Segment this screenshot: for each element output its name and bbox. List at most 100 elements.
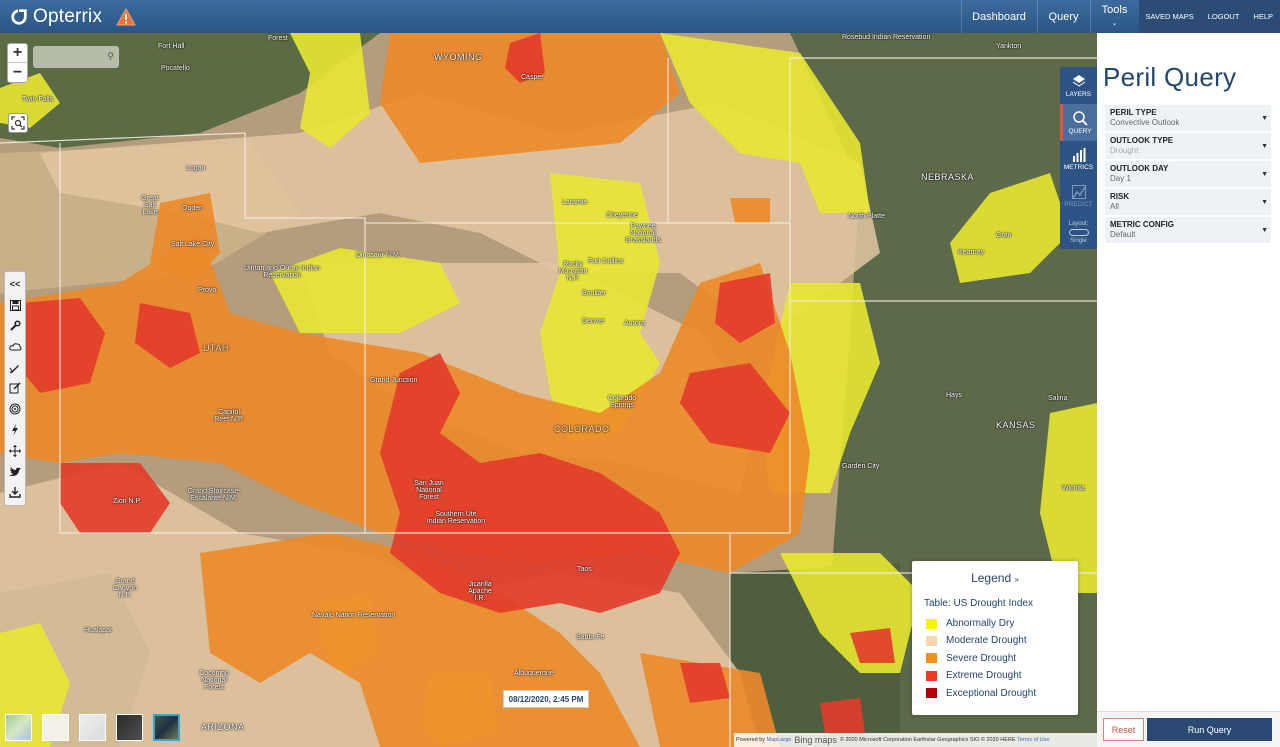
warning-icon[interactable] — [116, 7, 137, 26]
zoom-control: + − — [7, 43, 28, 83]
chevron-down-icon: ⌄ — [1111, 19, 1118, 27]
tab-predict[interactable]: PREDICT — [1060, 178, 1097, 215]
panel-footer: Reset Run Query — [1097, 711, 1280, 747]
tab-query[interactable]: QUERY — [1060, 104, 1097, 141]
field-value: Drought — [1110, 146, 1139, 155]
tab-metrics-label: METRICS — [1063, 164, 1094, 171]
layout-label: Layout: — [1068, 220, 1089, 227]
place-label: Southern Ute Indian Reservation — [426, 511, 486, 525]
risk-select[interactable]: RISK All ▼ — [1105, 189, 1271, 217]
place-label: Gran — [996, 232, 1012, 239]
outlook-type-select[interactable]: OUTLOOK TYPE Drought ▼ — [1105, 133, 1271, 161]
basemap-light-thumb[interactable] — [42, 714, 69, 741]
move-icon[interactable] — [5, 440, 25, 461]
query-panel: Peril Query PERIL TYPE Convective Outloo… — [1097, 33, 1280, 747]
basemap-road-thumb[interactable] — [79, 714, 106, 741]
nav-query[interactable]: Query — [1036, 0, 1090, 33]
place-label: Pawnee National Grasslands — [625, 223, 661, 244]
drought-extreme-se-patch — [820, 698, 865, 733]
bing-maps-logo: Bing maps — [794, 735, 837, 745]
zoom-in-button[interactable]: + — [8, 44, 27, 63]
basemap-dark-thumb[interactable] — [116, 714, 143, 741]
map-search-input[interactable]: ⚲ — [33, 46, 119, 68]
place-label: Aurora — [624, 320, 646, 327]
tab-layers[interactable]: LAYERS — [1060, 67, 1097, 104]
state-label-kansas: KANSAS — [996, 420, 1036, 430]
place-label: Dinosaur N.M. — [356, 252, 401, 259]
reset-button[interactable]: Reset — [1103, 718, 1144, 741]
save-icon[interactable] — [5, 295, 25, 316]
field-value: Day 1 — [1110, 174, 1131, 183]
layout-toggle[interactable] — [1068, 228, 1089, 236]
nav-logout[interactable]: LOGOUT — [1200, 0, 1247, 33]
place-label: Laramie — [562, 199, 588, 206]
run-query-button[interactable]: Run Query — [1147, 718, 1272, 741]
download-icon[interactable] — [5, 482, 25, 503]
copyright-text: © 2020 Microsoft Corporation Earthstar G… — [839, 737, 1016, 743]
legend-item: Abnormally Dry — [926, 617, 1078, 630]
map-toolbar: << — [4, 271, 26, 506]
legend-item: Moderate Drought — [926, 634, 1078, 647]
metric-config-select[interactable]: METRIC CONFIG Default ▼ — [1105, 217, 1271, 245]
zoom-to-extent-button[interactable] — [8, 113, 28, 133]
place-label: Colorado Springs — [607, 395, 637, 409]
nav-help[interactable]: HELP — [1246, 0, 1280, 33]
side-tab-rail: LAYERS QUERY METRICS PREDICT Layout: Sin… — [1060, 67, 1097, 249]
place-label: Salt Lake City — [171, 241, 215, 248]
legend-header[interactable]: Legend » — [912, 571, 1078, 585]
legend-item-label: Exceptional Drought — [946, 687, 1037, 699]
state-label-colorado: COLORADO — [554, 424, 610, 434]
search-icon — [1073, 111, 1088, 126]
place-label: Pocatello — [161, 65, 190, 72]
opterrix-logo-icon — [11, 8, 27, 25]
place-label: Fort Hall — [158, 43, 185, 50]
basemap-terrain-thumb[interactable] — [5, 714, 32, 741]
place-label: Uintah and Ouray Indian Reservation — [244, 265, 320, 279]
place-label: Kearney — [958, 249, 985, 256]
state-label-wyoming: WYOMING — [434, 52, 483, 62]
terms-of-use-link[interactable]: Terms of Use — [1017, 737, 1049, 743]
tab-metrics[interactable]: METRICS — [1060, 141, 1097, 178]
cloud-icon[interactable] — [5, 336, 25, 357]
twitter-icon[interactable] — [5, 461, 25, 482]
app-logo[interactable]: Opterrix — [10, 6, 102, 28]
query-fields: PERIL TYPE Convective Outlook ▼ OUTLOOK … — [1097, 105, 1280, 245]
bar-chart-icon — [1072, 148, 1085, 162]
zoom-out-button[interactable]: − — [8, 63, 27, 82]
chevron-down-icon: ▼ — [1261, 171, 1268, 178]
place-label: Garden City — [842, 463, 880, 470]
map-legend: Legend » Table: US Drought Index Abnorma… — [912, 561, 1078, 715]
nav-saved-maps[interactable]: SAVED MAPS — [1138, 0, 1201, 33]
lightning-icon[interactable] — [5, 420, 25, 441]
place-label: Grand Canyon N.P. — [112, 578, 138, 599]
peril-type-select[interactable]: PERIL TYPE Convective Outlook ▼ — [1105, 105, 1271, 133]
layout-value: Single — [1070, 237, 1087, 244]
place-label: Navajo Nation Reservation — [312, 612, 396, 619]
nav-dashboard[interactable]: Dashboard — [960, 0, 1037, 33]
target-icon[interactable] — [5, 399, 25, 420]
place-label: Logan — [186, 165, 206, 172]
collapse-toolbar-button[interactable]: << — [5, 274, 25, 295]
place-label: Taos — [577, 566, 592, 573]
basemap-satellite-thumb[interactable] — [153, 714, 180, 741]
legend-table-name: Table: US Drought Index — [924, 598, 1033, 609]
powered-by-text: Powered by — [736, 737, 766, 743]
state-label-nebraska: NEBRASKA — [921, 172, 975, 182]
place-label: Zion N.P. — [113, 498, 142, 505]
place-label: Wichita — [1062, 485, 1085, 492]
place-label: Albuquerque — [514, 670, 554, 677]
outlook-day-select[interactable]: OUTLOOK DAY Day 1 ▼ — [1105, 161, 1271, 189]
draw-icon[interactable] — [5, 357, 25, 378]
place-label: Santa Fe — [576, 634, 605, 641]
chevron-down-icon: ▼ — [1261, 199, 1268, 206]
maplarge-link[interactable]: MapLarge — [767, 737, 792, 743]
edit-icon[interactable] — [5, 378, 25, 399]
field-label: OUTLOOK DAY — [1110, 164, 1169, 173]
place-label: Hualapai — [84, 627, 112, 634]
wrench-icon[interactable] — [5, 316, 25, 337]
nav-tools[interactable]: Tools ⌄ — [1089, 0, 1139, 33]
search-icon[interactable]: ⚲ — [107, 51, 114, 62]
place-label: Boulder — [582, 290, 607, 297]
chevron-down-icon: » — [1014, 575, 1019, 584]
chevron-down-icon: ▼ — [1261, 143, 1268, 150]
